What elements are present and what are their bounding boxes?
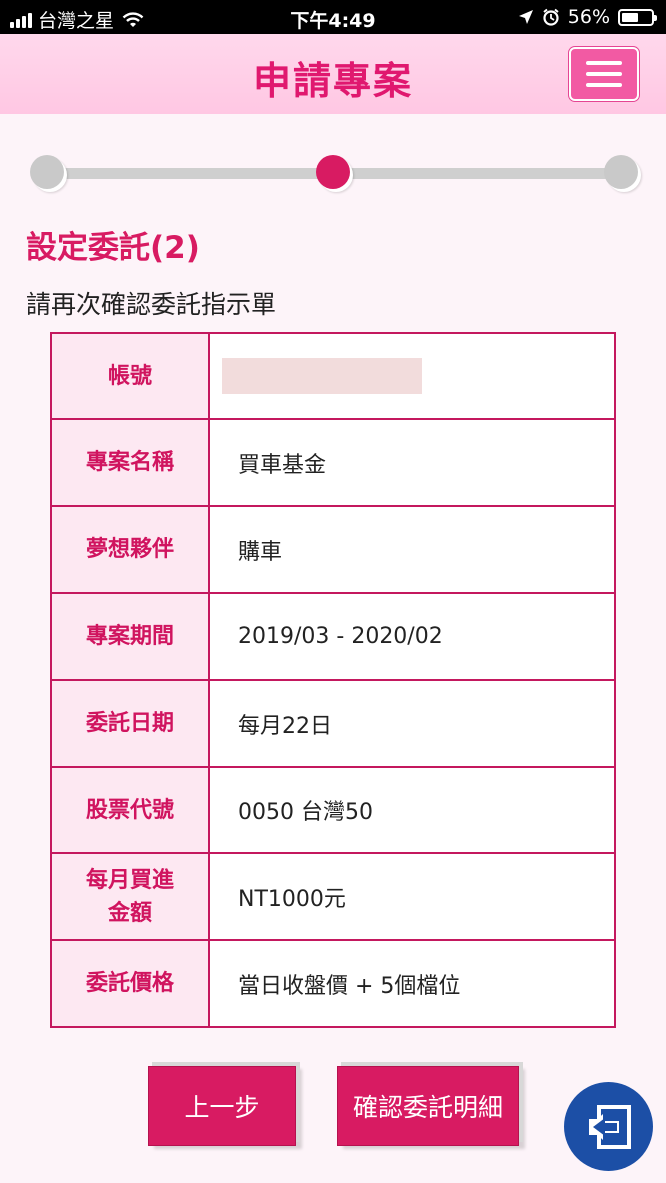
progress-stepper — [30, 153, 640, 193]
order-details-table: 帳號 專案名稱 買車基金 夢想夥伴 購車 專案期間 2019/03 - 2020… — [50, 332, 616, 1028]
step-3-dot — [604, 155, 638, 189]
section-subtitle: 請再次確認委託指示單 — [26, 290, 277, 319]
masked-account-number — [222, 358, 422, 394]
row-value: NT1000元 — [238, 886, 346, 912]
row-value: 購車 — [238, 539, 283, 565]
menu-line — [586, 83, 622, 87]
confirm-order-button[interactable]: 確認委託明細 — [337, 1066, 519, 1146]
menu-line — [586, 61, 622, 65]
account-value — [210, 334, 614, 418]
logout-icon — [588, 1104, 631, 1149]
status-right: 56% — [518, 6, 657, 28]
table-row-account: 帳號 — [52, 334, 614, 420]
status-bar: 台灣之星 下午4:49 56% — [0, 0, 666, 34]
section-title: 設定委託(2) — [26, 230, 200, 266]
app-header: 申請專案 — [0, 34, 666, 114]
battery-percent: 56% — [567, 6, 610, 28]
location-arrow-icon — [518, 10, 533, 24]
row-label: 每月買進金額 — [52, 854, 210, 939]
row-label: 委託日期 — [52, 681, 210, 766]
table-row: 股票代號 0050 台灣50 — [52, 768, 614, 854]
row-label: 專案期間 — [52, 594, 210, 679]
table-row: 委託日期 每月22日 — [52, 681, 614, 768]
table-row: 夢想夥伴 購車 — [52, 507, 614, 594]
table-row: 每月買進金額 NT1000元 — [52, 854, 614, 941]
logout-button[interactable] — [564, 1082, 653, 1171]
page-title: 申請專案 — [252, 59, 413, 103]
table-row: 專案名稱 買車基金 — [52, 420, 614, 507]
table-row: 專案期間 2019/03 - 2020/02 — [52, 594, 614, 681]
row-label: 股票代號 — [52, 768, 210, 852]
row-value: 0050 台灣50 — [238, 800, 373, 825]
step-2-dot — [316, 155, 350, 189]
row-label: 委託價格 — [52, 941, 210, 1026]
step-1-dot — [30, 155, 64, 189]
battery-icon — [618, 8, 657, 26]
menu-line — [586, 72, 622, 76]
row-label: 專案名稱 — [52, 420, 210, 505]
table-row: 委託價格 當日收盤價 + 5個檔位 — [52, 941, 614, 1026]
hamburger-menu-button[interactable] — [569, 47, 639, 101]
alarm-icon — [543, 8, 559, 26]
row-label: 帳號 — [52, 334, 210, 418]
row-label: 夢想夥伴 — [52, 507, 210, 592]
previous-step-button[interactable]: 上一步 — [148, 1066, 296, 1146]
row-value: 2019/03 - 2020/02 — [238, 624, 443, 649]
row-value: 買車基金 — [238, 452, 327, 478]
row-value: 當日收盤價 + 5個檔位 — [238, 973, 461, 999]
row-value: 每月22日 — [238, 713, 332, 739]
